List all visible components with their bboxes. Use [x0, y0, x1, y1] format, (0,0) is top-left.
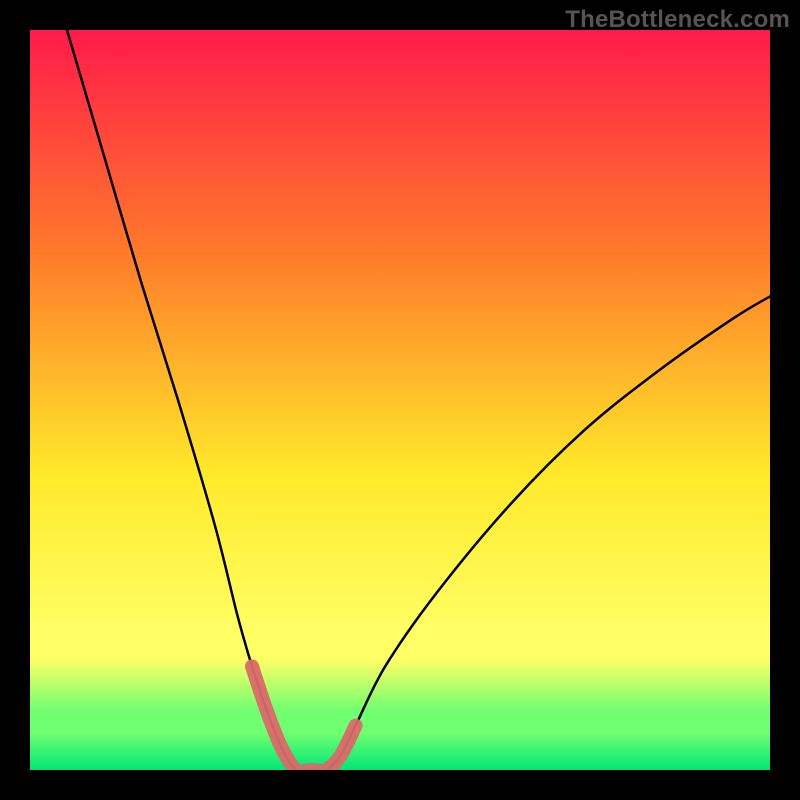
chart-frame: TheBottleneck.com	[0, 0, 800, 800]
plot-area	[30, 30, 770, 770]
curve-layer	[30, 30, 770, 770]
bottleneck-curve	[67, 30, 770, 770]
valley-highlight	[252, 666, 356, 770]
watermark: TheBottleneck.com	[565, 6, 790, 34]
